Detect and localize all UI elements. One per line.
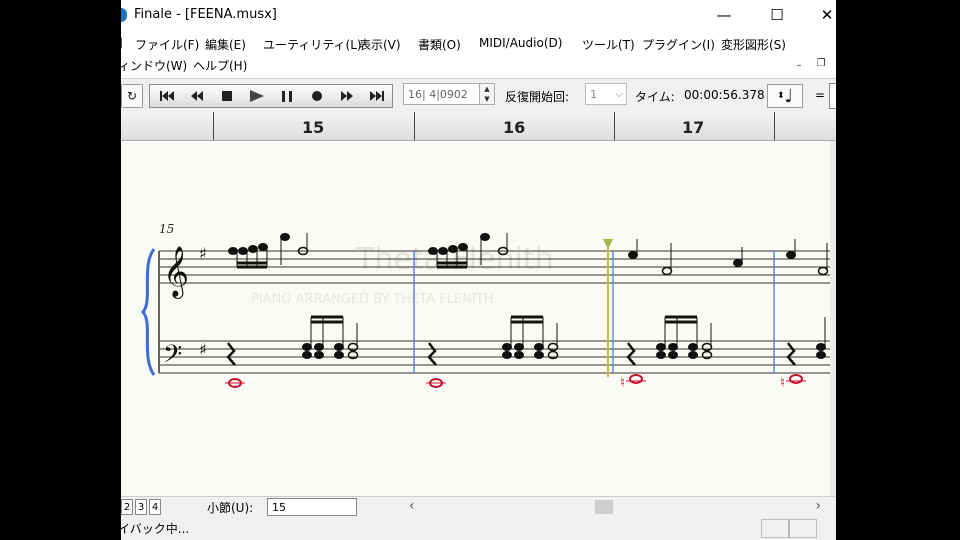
menu-utilities[interactable]: ユーティリティ(L): [263, 36, 362, 53]
spin-up-icon: ▲: [484, 85, 490, 93]
mdi-minimize-button[interactable]: –: [791, 58, 807, 74]
treble-measure-17-notes: [628, 239, 743, 276]
up-down-icon: ⬍: [776, 91, 785, 101]
loop-icon: ↻: [126, 89, 138, 103]
menu-midi-audio[interactable]: MIDI/Audio(D): [479, 36, 562, 50]
treble-clef-icon: 𝄞: [163, 246, 189, 299]
position-counter-field[interactable]: 16| 4|0902: [403, 83, 483, 105]
status-panel: [789, 519, 817, 538]
grand-staff-brace: [140, 248, 156, 376]
treble-measure-18-notes: [786, 239, 829, 276]
rewind-icon: [190, 91, 203, 101]
transport-controls: [149, 84, 393, 108]
minimize-button[interactable]: —: [701, 0, 747, 30]
score-canvas[interactable]: Theta Flenith PIANO ARRANGED BY THETA FL…: [121, 141, 836, 496]
bass-key-sharp: ♯: [199, 340, 207, 359]
ruler-tick: [213, 112, 214, 140]
treble-key-sharp: ♯: [199, 244, 207, 263]
vertical-scrollbar[interactable]: [830, 141, 836, 496]
menu-document[interactable]: 書類(O): [418, 36, 461, 53]
stop-button[interactable]: [210, 85, 243, 107]
spin-down-icon: ▼: [484, 95, 490, 103]
skip-to-end-button[interactable]: [360, 85, 393, 107]
horizontal-scrollbar[interactable]: ‹ ›: [405, 498, 825, 515]
menu-tools[interactable]: ツール(T): [582, 36, 635, 53]
finale-app-icon: [121, 8, 127, 22]
menu-window[interactable]: ィンドウ(W): [121, 57, 187, 74]
repeat-start-label: 反復開始回:: [505, 90, 570, 104]
menu-help[interactable]: ヘルプ(H): [193, 57, 247, 74]
rewind-button[interactable]: [180, 85, 213, 107]
playback-status-text: イバック中...: [121, 522, 190, 536]
bass-staff: [159, 340, 830, 374]
mdi-restore-button[interactable]: ❐: [813, 56, 829, 72]
ruler-measure-15: 15: [302, 118, 325, 137]
tempo-equals: =: [815, 88, 826, 102]
rewind-to-start-button[interactable]: [150, 85, 183, 107]
score-svg: Theta Flenith PIANO ARRANGED BY THETA FL…: [140, 222, 830, 391]
pause-icon: [281, 90, 292, 102]
close-button[interactable]: ✕: [804, 0, 836, 30]
time-display: 00:00:56.378: [684, 88, 765, 102]
menu-plugins[interactable]: プラグイン(I): [642, 36, 715, 53]
fast-forward-icon: [340, 91, 353, 101]
pause-button[interactable]: [270, 85, 303, 107]
menu-view[interactable]: 表示(V): [359, 36, 401, 53]
counter-spinner[interactable]: ▲ ▼: [479, 83, 495, 105]
ruler-measure-16: 16: [503, 118, 526, 137]
scroll-thumb[interactable]: [595, 500, 613, 514]
menu-bracket: ]: [121, 36, 123, 50]
treble-measure-15-notes: [228, 233, 309, 269]
time-label: タイム:: [635, 90, 675, 104]
quarter-note-icon: ♩: [784, 85, 794, 107]
measure-ruler[interactable]: 15 16 17: [121, 112, 836, 141]
repeat-start-value: 1: [590, 88, 597, 101]
tempo-note-button[interactable]: ⬍ ♩: [767, 84, 803, 108]
menu-shapes[interactable]: 変形図形(S): [721, 36, 786, 53]
ruler-measure-17: 17: [682, 118, 705, 137]
stop-icon: [221, 91, 232, 101]
bass-low-notes: ♮ ♮: [225, 374, 806, 391]
skip-start-icon: [159, 91, 174, 101]
measure-number: 15: [159, 222, 174, 236]
ruler-tick: [774, 112, 775, 140]
measure-field-label: 小節(U):: [207, 501, 254, 515]
fast-forward-button[interactable]: [330, 85, 363, 107]
play-icon: [249, 90, 264, 102]
page-navigation-bar: 2 3 4 小節(U): 15 ‹ ›: [121, 496, 836, 517]
scroll-left-icon[interactable]: ‹: [409, 498, 415, 514]
svg-text:♮: ♮: [620, 375, 625, 391]
page-tab-3[interactable]: 3: [135, 499, 147, 515]
status-line: イバック中...: [121, 517, 836, 540]
record-button[interactable]: [300, 85, 333, 107]
title-bar: Finale - [FEENA.musx] — ☐ ✕: [121, 0, 836, 30]
repeat-start-select[interactable]: 1 ⌵: [585, 83, 627, 105]
bass-clef-icon: 𝄢: [163, 340, 182, 375]
measure-input[interactable]: 15: [267, 498, 357, 516]
finale-window: Finale - [FEENA.musx] — ☐ ✕ ] ファイル(F) 編集…: [121, 0, 836, 540]
menu-bar: ] ファイル(F) 編集(E) ユーティリティ(L) 表示(V) 書類(O) M…: [121, 32, 836, 76]
ruler-tick: [614, 112, 615, 140]
svg-text:♮: ♮: [780, 375, 785, 391]
chevron-down-icon: ⌵: [615, 89, 623, 100]
menu-file[interactable]: ファイル(F): [135, 36, 199, 53]
loop-button[interactable]: ↻: [121, 84, 143, 108]
maximize-button[interactable]: ☐: [754, 0, 800, 30]
skip-end-icon: [369, 91, 384, 101]
page-tab-4[interactable]: 4: [149, 499, 161, 515]
status-panel: [761, 519, 789, 538]
tempo-value-field[interactable]: [829, 83, 836, 109]
record-icon: [311, 91, 322, 101]
menu-edit[interactable]: 編集(E): [205, 36, 246, 53]
scroll-right-icon[interactable]: ›: [815, 498, 821, 514]
watermark-subtitle: PIANO ARRANGED BY THETA FLENITH: [251, 292, 494, 307]
window-title: Finale - [FEENA.musx]: [134, 7, 277, 22]
ruler-tick: [414, 112, 415, 140]
playback-cursor-head-icon: [603, 239, 613, 249]
page-tab-2[interactable]: 2: [121, 499, 133, 515]
playback-toolbar: ↻ 16| 4|0902 ▲ ▼ 反復開始回: 1 ⌵ タイム: 00:00:5…: [121, 78, 836, 113]
play-button[interactable]: [240, 85, 273, 107]
